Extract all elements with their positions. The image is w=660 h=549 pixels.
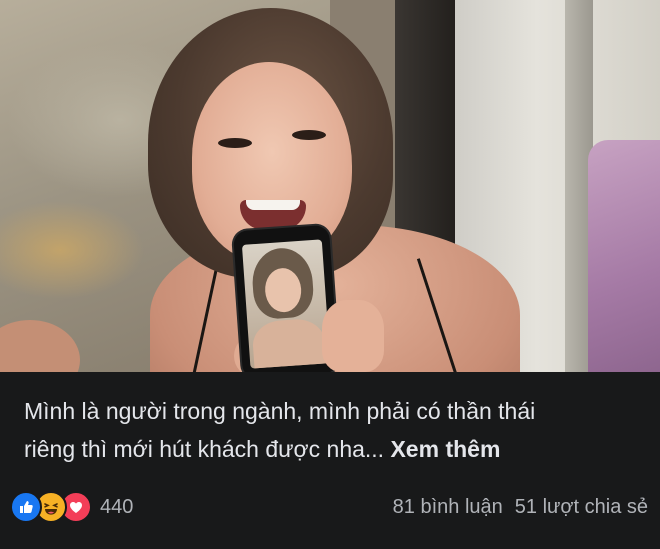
- post-footer: 440 81 bình luận 51 lượt chia sẻ: [10, 490, 648, 524]
- caption-line-1: Mình là người trong ngành, mình phải có …: [24, 398, 536, 424]
- caption-line-2-text: riêng thì mới hút khách được nha...: [24, 436, 385, 462]
- photo-body: [251, 317, 328, 369]
- phone-screen-photo: [241, 239, 331, 369]
- post-video-frame[interactable]: [0, 0, 660, 372]
- hanging-cloth: [588, 140, 660, 372]
- shares-count-link[interactable]: 51 lượt chia sẻ: [515, 496, 648, 519]
- post-caption: Mình là người trong ngành, mình phải có …: [24, 392, 584, 468]
- woman-eye-right: [292, 130, 326, 140]
- reactions-summary[interactable]: 440: [10, 491, 133, 523]
- engagement-stats: 81 bình luận 51 lượt chia sẻ: [393, 496, 648, 519]
- woman-eye-left: [218, 138, 252, 148]
- comments-count-link[interactable]: 81 bình luận: [393, 496, 503, 519]
- see-more-link[interactable]: Xem thêm: [390, 436, 500, 462]
- post-card: Mình là người trong ngành, mình phải có …: [0, 0, 660, 549]
- caption-line-2: riêng thì mới hút khách được nha... Xem …: [24, 430, 584, 468]
- like-icon: [10, 491, 42, 523]
- woman-hand-right: [322, 300, 384, 372]
- reaction-count: 440: [100, 495, 134, 518]
